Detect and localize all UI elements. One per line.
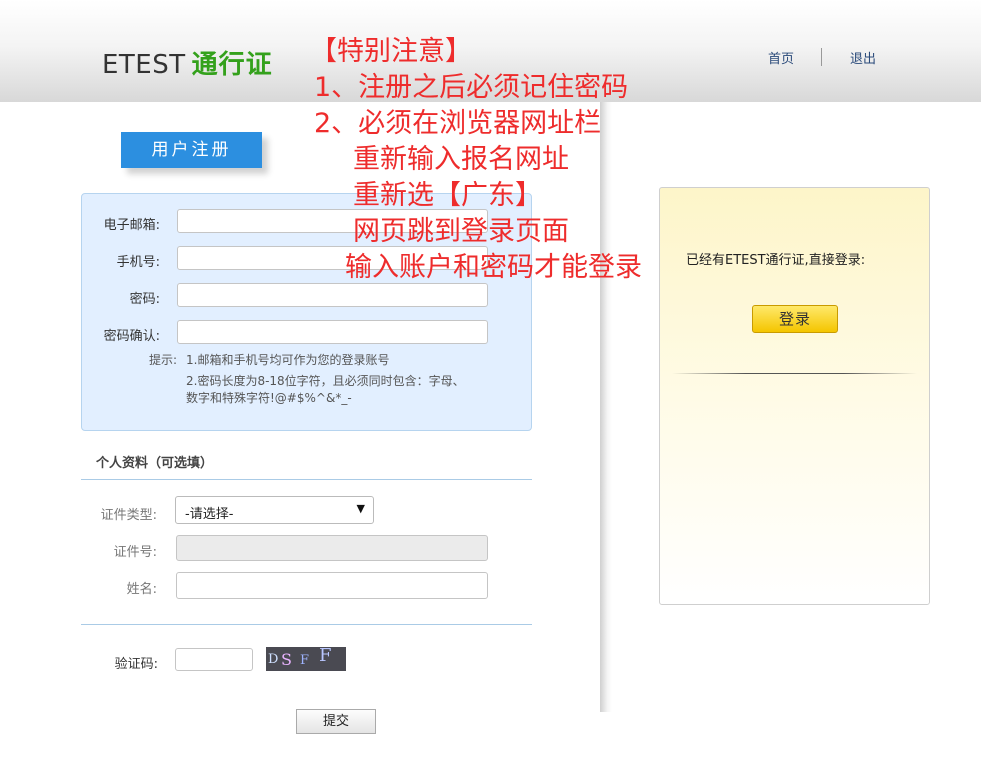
nav-home-link[interactable]: 首页 bbox=[768, 48, 794, 67]
name-label: 姓名: bbox=[126, 582, 157, 597]
name-field[interactable] bbox=[176, 572, 488, 599]
hint-line-2: 2.密码长度为8-18位字符，且必须同时包含：字母、 bbox=[186, 374, 465, 388]
register-tab: 用户注册 bbox=[121, 132, 262, 168]
id-type-selected: -请选择- bbox=[185, 507, 234, 522]
captcha-image[interactable]: D S F F bbox=[266, 647, 346, 671]
notice-line: 【特别注意】 bbox=[310, 36, 472, 67]
phone-label: 手机号: bbox=[116, 255, 160, 270]
login-panel: 已经有ETEST通行证,直接登录: 登录 bbox=[659, 187, 930, 605]
notice-line: 输入账户和密码才能登录 bbox=[345, 252, 642, 283]
nav-logout-link[interactable]: 退出 bbox=[850, 48, 876, 67]
hint-prefix: 提示: bbox=[149, 353, 178, 367]
confirm-password-field[interactable] bbox=[177, 320, 488, 344]
id-type-select[interactable]: -请选择- ▼ bbox=[175, 496, 374, 524]
hint-line-3: 数字和特殊字符!@#$%^&*_- bbox=[186, 391, 352, 405]
hint-line-1: 1.邮箱和手机号均可作为您的登录账号 bbox=[186, 353, 390, 367]
section-divider bbox=[81, 479, 532, 480]
id-number-label: 证件号: bbox=[113, 545, 157, 560]
password-label: 密码: bbox=[129, 292, 160, 307]
notice-line: 2、必须在浏览器网址栏 bbox=[314, 108, 602, 139]
brand-logo: ETEST 通行证 bbox=[102, 44, 273, 81]
dropdown-arrow-icon: ▼ bbox=[356, 502, 365, 515]
captcha-label: 验证码: bbox=[114, 657, 158, 672]
captcha-field[interactable] bbox=[175, 648, 253, 671]
nav-divider bbox=[821, 48, 822, 66]
submit-button[interactable]: 提交 bbox=[296, 709, 376, 734]
login-panel-divider bbox=[672, 373, 917, 374]
confirm-password-label: 密码确认: bbox=[103, 329, 160, 344]
notice-line: 重新选【广东】 bbox=[353, 180, 542, 211]
password-field[interactable] bbox=[177, 283, 488, 307]
brand-suffix: 通行证 bbox=[191, 50, 273, 80]
login-prompt: 已经有ETEST通行证,直接登录: bbox=[686, 253, 866, 268]
notice-line: 网页跳到登录页面 bbox=[353, 216, 569, 247]
brand-name: ETEST bbox=[102, 50, 186, 80]
notice-line: 1、注册之后必须记住密码 bbox=[314, 72, 629, 103]
id-type-label: 证件类型: bbox=[100, 508, 157, 523]
login-button[interactable]: 登录 bbox=[752, 305, 838, 333]
notice-line: 重新输入报名网址 bbox=[353, 144, 569, 175]
personal-info-title: 个人资料（可选填） bbox=[96, 456, 214, 471]
email-label: 电子邮箱: bbox=[103, 218, 160, 233]
id-number-field[interactable] bbox=[176, 535, 488, 561]
captcha-divider bbox=[81, 624, 532, 625]
notice-overlay: 【特别注意】 1、注册之后必须记住密码 2、必须在浏览器网址栏 重新输入报名网址… bbox=[310, 34, 642, 286]
